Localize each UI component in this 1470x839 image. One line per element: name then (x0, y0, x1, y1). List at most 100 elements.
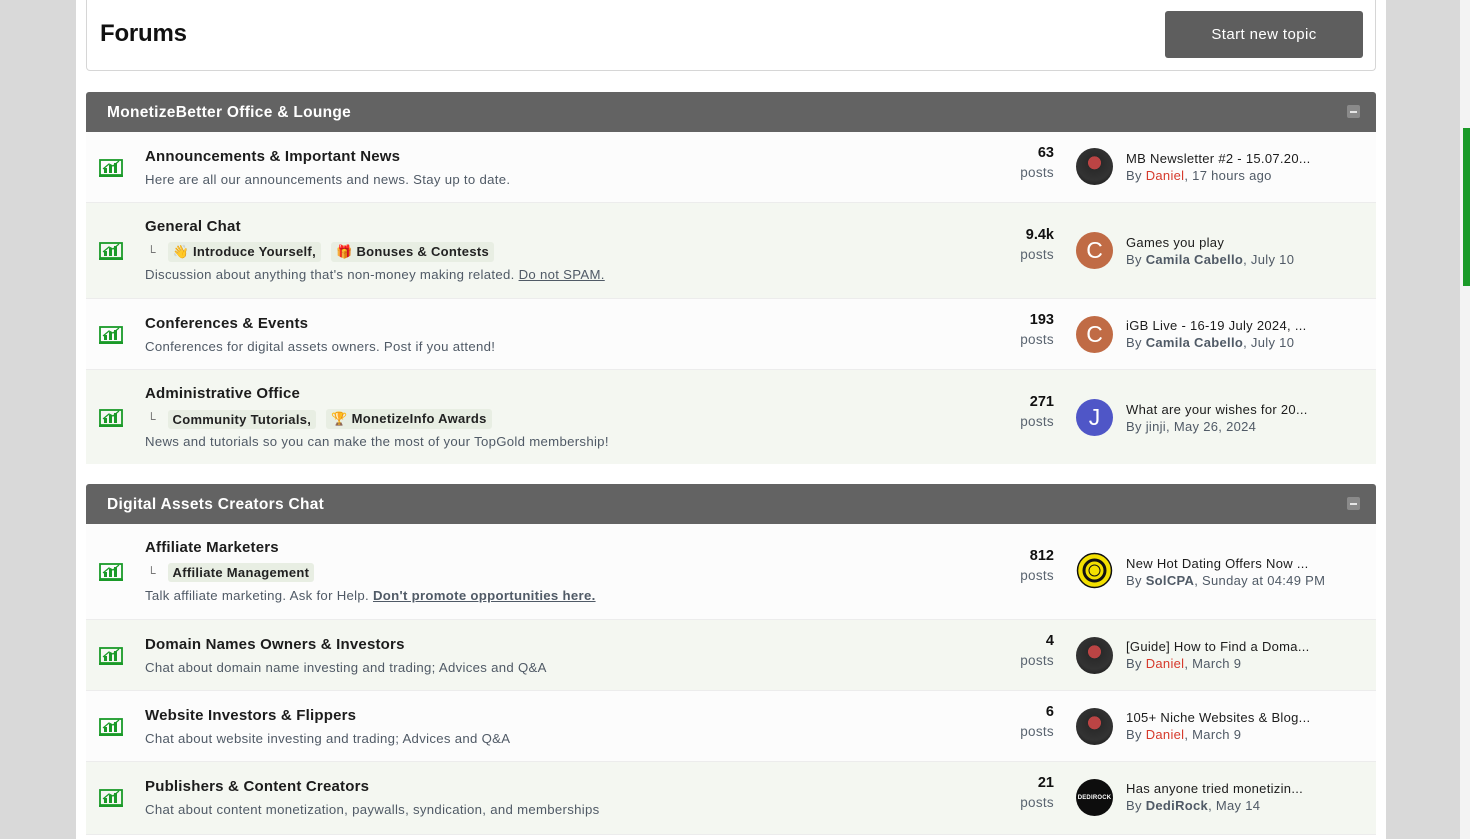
forum-row-affiliate-marketers: Affiliate Marketers └ Affiliate Manageme… (86, 524, 1376, 620)
subforum-link-monetizeinfo-awards[interactable]: 🏆 MonetizeInfo Awards (326, 409, 492, 429)
post-count: 4 (1045, 633, 1054, 649)
forum-description: Chat about website investing and trading… (145, 731, 511, 746)
avatar[interactable] (1076, 637, 1113, 674)
forum-title[interactable]: Administrative Office (145, 385, 300, 402)
last-topic-link[interactable]: MB Newsletter #2 - 15.07.20... (1126, 151, 1311, 166)
posts-label: posts (1020, 332, 1054, 347)
user-link[interactable]: SolCPA (1146, 573, 1195, 588)
scrollbar-thumb[interactable] (1463, 128, 1470, 286)
by-label: By (1126, 419, 1142, 434)
user-link[interactable]: Camila Cabello (1146, 252, 1243, 267)
by-label: By (1126, 727, 1142, 742)
solcpa-logo-icon (1076, 552, 1113, 589)
forum-row-website-investors: Website Investors & Flippers Chat about … (86, 691, 1376, 762)
last-topic-link[interactable]: iGB Live - 16-19 July 2024, ... (1126, 318, 1307, 333)
avatar[interactable]: C (1076, 316, 1113, 353)
last-post-meta: By Camila Cabello, July 10 (1126, 252, 1294, 267)
subforum-link-bonuses-contests[interactable]: 🎁 Bonuses & Contests (330, 242, 495, 262)
forum-description: Chat about content monetization, paywall… (145, 802, 600, 817)
trophy-emoji-icon: 🏆 (331, 411, 348, 426)
post-count: 21 (1037, 775, 1054, 791)
forum-chart-icon (99, 326, 123, 344)
forum-title[interactable]: Publishers & Content Creators (145, 778, 369, 795)
last-topic-link[interactable]: [Guide] How to Find a Doma... (1126, 639, 1310, 654)
collapse-icon[interactable] (1347, 105, 1360, 118)
by-label: By (1126, 335, 1142, 350)
by-label: By (1126, 656, 1142, 671)
category-title[interactable]: Digital Assets Creators Chat (107, 496, 324, 514)
user-link[interactable]: Daniel (1146, 656, 1185, 671)
subforum-link-affiliate-management[interactable]: Affiliate Management (167, 563, 315, 582)
subforum-list: └ Community Tutorials, 🏆 MonetizeInfo Awa… (145, 409, 492, 429)
last-topic-link[interactable]: Has anyone tried monetizin... (1126, 781, 1303, 796)
user-link[interactable]: Daniel (1146, 727, 1185, 742)
last-topic-link[interactable]: 105+ Niche Websites & Blog... (1126, 710, 1310, 725)
subforum-link-community-tutorials[interactable]: Community Tutorials, (167, 409, 317, 429)
forum-stats: 193 posts (1020, 312, 1054, 347)
post-count: 812 (1029, 548, 1054, 564)
user-link[interactable]: DediRock (1146, 798, 1208, 813)
subforum-link-introduce-yourself[interactable]: 👋 Introduce Yourself, (167, 242, 321, 262)
forum-title[interactable]: General Chat (145, 218, 241, 235)
scrollbar[interactable] (1460, 0, 1470, 839)
subforum-label: Bonuses & Contests (356, 244, 490, 259)
forum-title[interactable]: Website Investors & Flippers (145, 707, 356, 724)
avatar[interactable]: C (1076, 232, 1113, 269)
avatar[interactable]: J (1076, 399, 1113, 436)
forum-title[interactable]: Conferences & Events (145, 315, 308, 332)
forum-row-publishers: Publishers & Content Creators Chat about… (86, 762, 1376, 835)
last-post-meta: By Daniel, March 9 (1126, 656, 1241, 671)
post-count: 63 (1037, 145, 1054, 161)
posts-label: posts (1020, 653, 1054, 668)
do-not-spam-link[interactable]: Do not SPAM. (519, 267, 605, 282)
post-count: 271 (1029, 394, 1054, 410)
forum-description: Chat about domain name investing and tra… (145, 660, 547, 675)
forum-description: Talk affiliate marketing. Ask for Help. … (145, 588, 596, 603)
forum-chart-icon (99, 718, 123, 736)
posts-label: posts (1020, 568, 1054, 583)
avatar[interactable] (1076, 708, 1113, 745)
by-label: By (1126, 798, 1142, 813)
post-count: 193 (1029, 312, 1054, 328)
forum-title[interactable]: Announcements & Important News (145, 148, 400, 165)
forum-row-announcements: Announcements & Important News Here are … (86, 132, 1376, 203)
post-time: , May 26, 2024 (1166, 419, 1257, 434)
user-link[interactable]: Daniel (1146, 168, 1185, 183)
forum-chart-icon (99, 242, 123, 260)
forum-stats: 9.4k posts (1020, 227, 1054, 262)
last-post-meta: By Daniel, March 9 (1126, 727, 1241, 742)
last-post-meta: By jinji, May 26, 2024 (1126, 419, 1256, 434)
last-topic-link[interactable]: New Hot Dating Offers Now ... (1126, 556, 1309, 571)
forum-title[interactable]: Domain Names Owners & Investors (145, 636, 405, 653)
wave-emoji-icon: 👋 (172, 244, 190, 259)
forum-chart-icon (99, 409, 123, 427)
forum-chart-icon (99, 563, 123, 581)
post-count: 6 (1045, 704, 1054, 720)
forum-stats: 4 posts (1020, 633, 1054, 668)
post-time: , Sunday at 04:49 PM (1194, 573, 1326, 588)
post-time: , March 9 (1184, 727, 1242, 742)
forum-title[interactable]: Affiliate Marketers (145, 539, 279, 556)
gift-emoji-icon: 🎁 (335, 244, 353, 259)
user-link[interactable]: Camila Cabello (1146, 335, 1243, 350)
subforum-label: Community Tutorials, (172, 411, 312, 427)
posts-label: posts (1020, 414, 1054, 429)
posts-label: posts (1020, 795, 1054, 810)
subforum-marker-icon: └ (147, 245, 156, 259)
collapse-icon[interactable] (1347, 497, 1360, 510)
avatar[interactable]: DEDIROCK (1076, 779, 1113, 816)
forum-description: Here are all our announcements and news.… (145, 172, 511, 187)
last-topic-link[interactable]: What are your wishes for 20... (1126, 402, 1308, 417)
user-link[interactable]: jinji (1146, 419, 1166, 434)
dont-promote-link[interactable]: Don't promote opportunities here. (373, 588, 596, 603)
posts-label: posts (1020, 724, 1054, 739)
subforum-label: Introduce Yourself, (193, 244, 316, 259)
forum-stats: 63 posts (1020, 145, 1054, 180)
last-post-meta: By Camila Cabello, July 10 (1126, 335, 1294, 350)
start-new-topic-button[interactable]: Start new topic (1165, 11, 1363, 58)
posts-label: posts (1020, 165, 1054, 180)
avatar[interactable] (1076, 552, 1113, 589)
category-title[interactable]: MonetizeBetter Office & Lounge (107, 104, 351, 122)
last-topic-link[interactable]: Games you play (1126, 235, 1224, 250)
avatar[interactable] (1076, 148, 1113, 185)
